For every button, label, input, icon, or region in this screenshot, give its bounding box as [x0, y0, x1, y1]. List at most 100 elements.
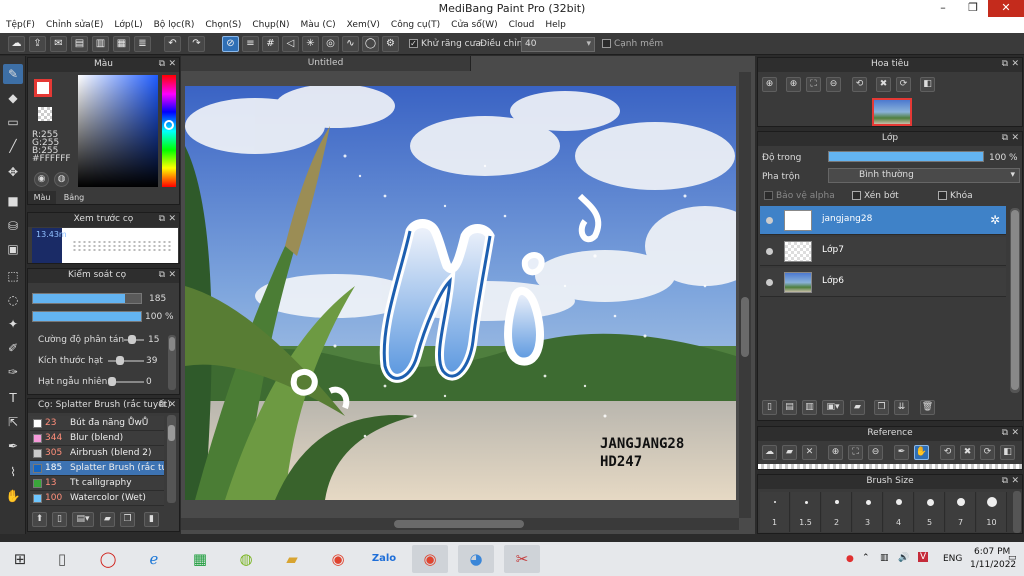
radial-snap-icon[interactable]: ✳	[302, 36, 319, 52]
cloud-icon[interactable]: ☁	[8, 36, 25, 52]
tab-palette[interactable]: Bảng màu	[56, 191, 92, 204]
layer-row[interactable]: Lớp6	[760, 268, 1006, 297]
new-layer-icon[interactable]: ▯	[762, 400, 777, 415]
chrome-profile-icon[interactable]: ◉	[412, 545, 448, 573]
navigator-thumbnail[interactable]	[872, 98, 912, 126]
brush-size-cell[interactable]: 5	[915, 492, 945, 532]
gear-icon[interactable]: ✲	[990, 213, 1000, 227]
chrome-icon[interactable]: ◉	[320, 545, 356, 573]
menu-filter[interactable]: Bộ lọc(R)	[154, 20, 195, 30]
brush-list-item[interactable]: 344 Blur (blend)	[30, 431, 164, 446]
coccoc-icon[interactable]: ◍	[228, 545, 264, 573]
close-panel-icon[interactable]: ✕	[168, 213, 176, 226]
flip-horizontal-icon[interactable]: ◧	[1000, 445, 1015, 460]
language-indicator[interactable]: ENG	[943, 554, 962, 564]
folder-icon[interactable]: ▰	[100, 512, 115, 527]
rotate-right-icon[interactable]: ⟳	[896, 77, 911, 92]
template-icon[interactable]: ▥	[92, 36, 109, 52]
clock-time[interactable]: 6:07 PM	[974, 547, 1010, 557]
close-panel-icon[interactable]: ✕	[1011, 58, 1019, 71]
undock-icon[interactable]: ⧉	[1002, 475, 1008, 488]
fit-icon[interactable]: ⛶	[806, 77, 821, 92]
new-halftone-layer-icon[interactable]: ▤	[782, 400, 797, 415]
vertical-scrollbar-thumb[interactable]	[741, 297, 749, 357]
brush-size-scrollbar[interactable]	[1013, 491, 1021, 533]
brush-size-cell[interactable]: 10	[977, 492, 1007, 532]
duplicate-layer-icon[interactable]: ❐	[874, 400, 889, 415]
menu-cloud[interactable]: Cloud	[509, 20, 535, 30]
copy-icon[interactable]: ❐	[120, 512, 135, 527]
close-icon[interactable]: ✕	[802, 445, 817, 460]
document-icon[interactable]: ▤	[71, 36, 88, 52]
snap-off-icon[interactable]: ⊘	[222, 36, 239, 52]
hue-slider[interactable]	[162, 75, 176, 187]
undock-icon[interactable]: ⧉	[1002, 58, 1008, 71]
vanishing-point-icon[interactable]: ◁	[282, 36, 299, 52]
parallel-snap-icon[interactable]: ≡	[242, 36, 259, 52]
close-panel-icon[interactable]: ✕	[168, 399, 176, 412]
scrollbar-thumb[interactable]	[169, 337, 175, 351]
protect-alpha-checkbox[interactable]	[764, 191, 773, 200]
circle-snap-icon[interactable]: ◎	[322, 36, 339, 52]
list-icon[interactable]: ≣	[134, 36, 151, 52]
layer-scrollbar[interactable]	[1010, 208, 1020, 393]
tab-color[interactable]: Màu	[28, 191, 56, 204]
gear-icon[interactable]: ⚙	[382, 36, 399, 52]
select-tool-icon[interactable]: ⬚	[3, 266, 23, 286]
undock-icon[interactable]: ⧉	[1002, 427, 1008, 440]
zoom-out-icon[interactable]: ⊖	[826, 77, 841, 92]
brush-size-cell[interactable]: 1.5	[791, 492, 821, 532]
zoom-in-alt-icon[interactable]: ⊕	[786, 77, 801, 92]
menu-color[interactable]: Màu (C)	[301, 20, 336, 30]
particle-track[interactable]	[108, 360, 144, 362]
magic-wand-icon[interactable]: ✦	[3, 314, 23, 334]
redo-icon[interactable]: ↷	[188, 36, 205, 52]
eye-icon[interactable]	[766, 279, 773, 286]
eyedropper-icon[interactable]: ✒	[894, 445, 909, 460]
delete-icon[interactable]: ▮	[144, 512, 159, 527]
maximize-button[interactable]: ❐	[958, 0, 988, 17]
bucket-tool-icon[interactable]: ⛁	[3, 216, 23, 236]
clipping-checkbox[interactable]	[852, 191, 861, 200]
explorer-icon[interactable]: ▰	[274, 545, 310, 573]
layer-opacity-slider[interactable]	[828, 151, 984, 162]
hue-knob[interactable]	[164, 120, 174, 130]
move-tool-icon[interactable]: ✥	[3, 162, 23, 182]
menu-file[interactable]: Tệp(F)	[6, 20, 35, 30]
rotate-left-icon[interactable]: ⟲	[940, 445, 955, 460]
menu-select[interactable]: Chọn(S)	[205, 20, 241, 30]
brush-list-item[interactable]: 305 Airbrush (blend 2)	[30, 446, 164, 461]
minimize-button[interactable]: –	[928, 0, 958, 17]
notification-icon[interactable]: ▭	[1008, 553, 1017, 563]
canvas-vertical-scrollbar[interactable]	[739, 72, 751, 518]
brush-size-cell[interactable]: 4	[884, 492, 914, 532]
menu-window[interactable]: Cửa sổ(W)	[451, 20, 497, 30]
cross-snap-icon[interactable]: #	[262, 36, 279, 52]
particle-knob[interactable]	[116, 356, 124, 365]
delete-layer-icon[interactable]: 🗑	[920, 400, 935, 415]
brush-list-scrollbar[interactable]	[167, 415, 176, 503]
zoom-in-icon[interactable]: ⊕	[762, 77, 777, 92]
medibang-icon[interactable]: ◕	[458, 545, 494, 573]
layer-row[interactable]: jangjang28 ✲	[760, 206, 1006, 235]
undock-icon[interactable]: ⧉	[159, 399, 165, 412]
palette-icon[interactable]: ◉	[34, 172, 49, 187]
windows-start-icon[interactable]: ⊞	[2, 545, 38, 573]
close-panel-icon[interactable]: ✕	[1011, 132, 1019, 145]
brush-size-cell[interactable]: 2	[822, 492, 852, 532]
add-brush-icon[interactable]: ⬆	[32, 512, 47, 527]
merge-layer-icon[interactable]: ⇊	[894, 400, 909, 415]
correction-select[interactable]: 40	[521, 37, 595, 52]
open-folder-icon[interactable]: ▰	[782, 445, 797, 460]
random-knob[interactable]	[108, 377, 116, 386]
line-tool-icon[interactable]: ╱	[3, 136, 23, 156]
flip-icon[interactable]: ✖	[876, 77, 891, 92]
canvas-horizontal-scrollbar[interactable]	[181, 518, 739, 530]
menu-edit[interactable]: Chỉnh sửa(E)	[46, 20, 103, 30]
tray-app-icon[interactable]: ●	[846, 554, 854, 564]
saturation-value-picker[interactable]	[78, 75, 158, 187]
fit-icon[interactable]: ⛶	[848, 445, 863, 460]
primary-color-swatch[interactable]	[34, 79, 52, 97]
opera-icon[interactable]: ◯	[90, 545, 126, 573]
menu-layer[interactable]: Lớp(L)	[114, 20, 142, 30]
